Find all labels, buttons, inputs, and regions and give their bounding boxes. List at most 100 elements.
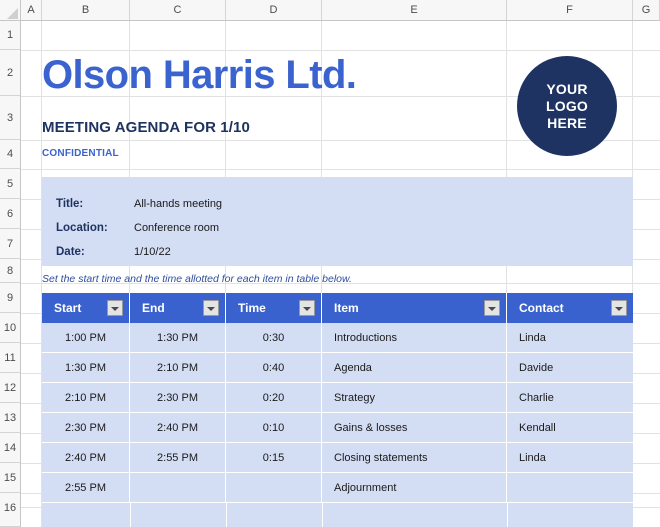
- cell-item[interactable]: Gains & losses: [322, 413, 507, 442]
- select-all-corner[interactable]: [0, 0, 21, 20]
- row-header-label: 6: [6, 208, 14, 220]
- cell-time[interactable]: 0:10: [226, 413, 322, 442]
- column-header-d[interactable]: D: [226, 0, 322, 20]
- filter-dropdown-icon[interactable]: [203, 300, 219, 316]
- row-header-9[interactable]: 9: [0, 283, 20, 313]
- cell-contact[interactable]: Charlie: [507, 383, 633, 412]
- cell-item[interactable]: Agenda: [322, 353, 507, 382]
- row-header-label: 9: [6, 292, 14, 304]
- row-header-3[interactable]: 3: [0, 96, 20, 140]
- row-header-12[interactable]: 12: [0, 373, 20, 403]
- cell-contact[interactable]: Kendall: [507, 413, 633, 442]
- cell-time[interactable]: [226, 473, 322, 502]
- row-header-5[interactable]: 5: [0, 169, 20, 199]
- column-header-label: End: [142, 301, 165, 315]
- agenda-subtitle: MEETING AGENDA FOR 1/10: [42, 119, 250, 136]
- cell-contact[interactable]: Linda: [507, 443, 633, 472]
- column-header-f[interactable]: F: [507, 0, 633, 20]
- column-header-e[interactable]: E: [322, 0, 507, 20]
- row-header-label: 10: [3, 322, 17, 334]
- cell-item[interactable]: Closing statements: [322, 443, 507, 472]
- cell-time[interactable]: 0:15: [226, 443, 322, 472]
- filter-dropdown-icon[interactable]: [107, 300, 123, 316]
- cell-divider: [130, 503, 131, 527]
- row-header-4[interactable]: 4: [0, 140, 20, 169]
- info-value[interactable]: Conference room: [134, 217, 219, 240]
- row-header-6[interactable]: 6: [0, 199, 20, 229]
- table-header-row: Start End Time Item Contact: [42, 293, 633, 323]
- cell-start[interactable]: 2:55 PM: [42, 473, 130, 502]
- row-header-1[interactable]: 1: [0, 21, 20, 50]
- logo-line-3: HERE: [547, 114, 587, 131]
- select-all-triangle-icon: [7, 8, 18, 19]
- cell-end[interactable]: [130, 473, 226, 502]
- column-header-label: Item: [334, 301, 359, 315]
- row-header-label: 2: [6, 67, 14, 79]
- table-row: 2:30 PM 2:40 PM 0:10 Gains & losses Kend…: [42, 413, 633, 443]
- table-row-blank[interactable]: [42, 503, 633, 527]
- info-value[interactable]: All-hands meeting: [134, 193, 222, 216]
- row-header-15[interactable]: 15: [0, 463, 20, 493]
- logo-placeholder: YOUR LOGO HERE: [517, 56, 617, 156]
- row-header-label: 12: [3, 382, 17, 394]
- filter-dropdown-icon[interactable]: [299, 300, 315, 316]
- column-header-c[interactable]: C: [130, 0, 226, 20]
- row-header-11[interactable]: 11: [0, 343, 20, 373]
- agenda-table: Start End Time Item Contact 1:00 PM 1:30…: [42, 293, 633, 503]
- filter-dropdown-icon[interactable]: [611, 300, 627, 316]
- cell-end[interactable]: 2:40 PM: [130, 413, 226, 442]
- cell-time[interactable]: 0:40: [226, 353, 322, 382]
- table-row: 2:10 PM 2:30 PM 0:20 Strategy Charlie: [42, 383, 633, 413]
- column-header-label: Start: [54, 301, 82, 315]
- row-header-14[interactable]: 14: [0, 433, 20, 463]
- row-header-13[interactable]: 13: [0, 403, 20, 433]
- info-label: Location:: [56, 222, 108, 235]
- cell-start[interactable]: 1:30 PM: [42, 353, 130, 382]
- column-header-b[interactable]: B: [42, 0, 130, 20]
- cell-contact[interactable]: Davide: [507, 353, 633, 382]
- column-header-end[interactable]: End: [130, 293, 226, 323]
- column-header-start[interactable]: Start: [42, 293, 130, 323]
- info-value[interactable]: 1/10/22: [134, 241, 171, 264]
- row-header-label: 7: [6, 238, 14, 250]
- row-header-10[interactable]: 10: [0, 313, 20, 343]
- cell-start[interactable]: 2:30 PM: [42, 413, 130, 442]
- cell-start[interactable]: 2:40 PM: [42, 443, 130, 472]
- sheet-content: Olson Harris Ltd. MEETING AGENDA FOR 1/1…: [21, 21, 660, 527]
- cell-end[interactable]: 2:10 PM: [130, 353, 226, 382]
- column-header-contact[interactable]: Contact: [507, 293, 633, 323]
- row-header-label: 5: [6, 178, 14, 190]
- row-header-7[interactable]: 7: [0, 229, 20, 259]
- info-row-title: Title: All-hands meeting: [56, 193, 222, 216]
- cell-contact[interactable]: [507, 473, 633, 502]
- cell-start[interactable]: 2:10 PM: [42, 383, 130, 412]
- cell-time[interactable]: 0:30: [226, 323, 322, 352]
- column-header-g[interactable]: G: [633, 0, 660, 20]
- cell-end[interactable]: 1:30 PM: [130, 323, 226, 352]
- cell-start[interactable]: 1:00 PM: [42, 323, 130, 352]
- cell-time[interactable]: 0:20: [226, 383, 322, 412]
- cell-divider: [226, 503, 227, 527]
- cell-contact[interactable]: Linda: [507, 323, 633, 352]
- cell-end[interactable]: 2:55 PM: [130, 443, 226, 472]
- filter-dropdown-icon[interactable]: [484, 300, 500, 316]
- row-header-label: 3: [6, 112, 14, 124]
- column-header-strip: A B C D E F G: [0, 0, 660, 21]
- row-header-2[interactable]: 2: [0, 50, 20, 96]
- cell-divider: [507, 503, 508, 527]
- cell-divider: [322, 503, 323, 527]
- row-header-label: 4: [6, 148, 14, 160]
- column-header-time[interactable]: Time: [226, 293, 322, 323]
- cell-item[interactable]: Strategy: [322, 383, 507, 412]
- row-header-label: 11: [4, 352, 16, 364]
- table-row: 1:00 PM 1:30 PM 0:30 Introductions Linda: [42, 323, 633, 353]
- row-header-16[interactable]: 16: [0, 493, 20, 527]
- column-header-item[interactable]: Item: [322, 293, 507, 323]
- cell-item[interactable]: Introductions: [322, 323, 507, 352]
- info-row-date: Date: 1/10/22: [56, 241, 171, 264]
- cell-item[interactable]: Adjournment: [322, 473, 507, 502]
- info-row-location: Location: Conference room: [56, 217, 219, 240]
- row-header-8[interactable]: 8: [0, 259, 20, 283]
- cell-end[interactable]: 2:30 PM: [130, 383, 226, 412]
- column-header-a[interactable]: A: [21, 0, 42, 20]
